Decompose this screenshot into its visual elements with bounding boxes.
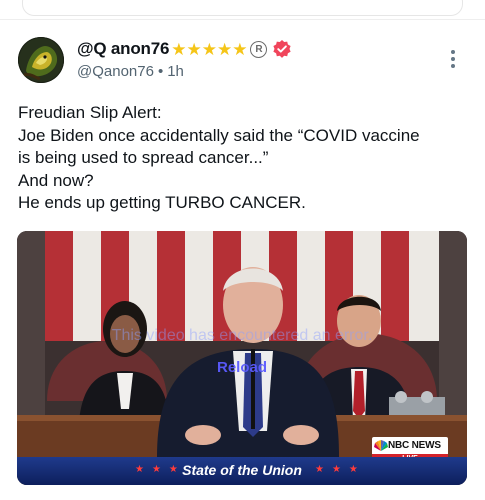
banner-title: State of the Union [182, 462, 302, 478]
handle[interactable]: @Qanon76 [77, 63, 154, 80]
video-player[interactable]: This video has encountered an error. Rel… [17, 231, 467, 485]
video-error-message: This video has encountered an error. [111, 327, 373, 344]
separator: • [157, 63, 164, 80]
post-text-line: is being used to spread cancer...” [18, 148, 269, 167]
banner-stars-right: ★★★ [315, 464, 366, 475]
name-stars: ★★★★★ [171, 41, 247, 58]
divider [0, 19, 485, 20]
reload-button[interactable]: Reload [17, 359, 467, 376]
post-text-line: And now? [18, 170, 94, 190]
verified-badge-icon [273, 40, 292, 58]
peacock-icon [374, 440, 388, 451]
display-name[interactable]: @Q anon76 [77, 39, 169, 59]
post-header: @Q anon76 ★★★★★ R @Qanon76 • 1h [77, 38, 437, 80]
avatar[interactable] [18, 37, 64, 83]
post-text-line: He ends up getting TURBO CANCER. [18, 193, 306, 212]
more-vertical-icon[interactable] [446, 48, 460, 72]
previous-post-card [22, 0, 463, 16]
registered-icon: R [250, 40, 268, 58]
network-name: NBC NEWS [388, 440, 441, 451]
post-text-line: Freudian Slip Alert: [18, 103, 162, 122]
post-text-line: Joe Biden once accidentally said the “CO… [18, 125, 420, 145]
post-text: Freudian Slip Alert: Joe Biden once acci… [18, 102, 468, 215]
star-icon: ★★★★★ [171, 39, 248, 59]
lower-third-banner: ★★★ State of the Union ★★★ [17, 457, 467, 485]
timestamp[interactable]: 1h [167, 63, 184, 80]
